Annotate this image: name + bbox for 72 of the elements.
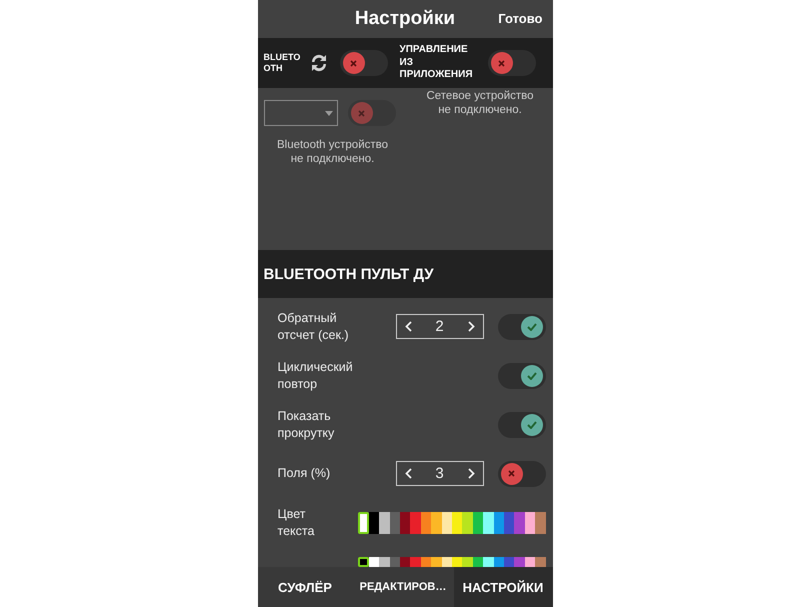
color-swatch[interactable] [472,557,484,567]
color-swatch[interactable] [379,557,390,567]
setting-label: Цвет текста [278,506,316,539]
network-status: Сетевое устройство не подключено. [425,89,535,118]
toggle-switch[interactable] [498,460,546,486]
color-swatch[interactable] [410,557,421,567]
chevron-left-icon[interactable] [404,321,412,332]
close-icon [498,60,505,66]
screen-title: Настройки [354,8,456,30]
color-swatch[interactable] [524,557,536,567]
color-swatch[interactable] [504,557,514,567]
color-swatch[interactable] [514,557,525,567]
check-icon [526,322,536,330]
color-swatch[interactable] [524,512,536,534]
color-swatch[interactable] [535,512,546,534]
device-dropdown[interactable] [264,100,338,126]
color-swatch[interactable] [535,557,546,567]
color-swatch[interactable] [420,557,432,567]
setting-label: Показать прокрутку [278,408,336,441]
color-swatch[interactable] [431,512,442,534]
bluetooth-status: Bluetooth устройство не подключено. [276,138,390,167]
chevron-right-icon[interactable] [468,468,474,479]
bluetooth-label: BLUETOOTH [264,52,302,74]
check-icon [526,420,536,428]
number-stepper[interactable]: 3 [396,461,484,486]
section-header: BLUETOOTH ПУЛЬТ ДУ [258,250,552,298]
app-control-label: УПРАВЛЕНИЕ ИЗ ПРИЛОЖЕНИЯ [400,44,474,82]
color-swatch[interactable] [390,557,400,567]
color-swatch[interactable] [358,512,369,534]
color-swatch[interactable] [452,512,462,534]
close-icon [350,60,357,66]
stepper-value: 2 [435,318,444,335]
color-swatch[interactable] [431,557,442,567]
close-icon [508,470,515,477]
color-swatch[interactable] [442,557,452,567]
color-swatch[interactable] [462,512,473,534]
toggle-switch[interactable] [498,314,546,340]
chevron-right-icon[interactable] [468,321,474,332]
stepper-value: 3 [435,465,444,482]
color-swatch[interactable] [494,557,504,567]
color-swatch[interactable] [504,512,514,534]
dropdown-caret-icon [324,110,332,116]
color-swatch[interactable] [483,557,494,567]
close-icon [358,110,365,116]
color-swatch[interactable] [358,557,369,567]
color-swatch[interactable] [400,557,410,567]
setting-label: Поля (%) [278,465,332,482]
number-stepper[interactable]: 2 [396,314,484,339]
color-swatch[interactable] [442,512,452,534]
color-swatch[interactable] [410,512,421,534]
color-swatch[interactable] [400,512,410,534]
toggle-switch[interactable] [498,412,546,438]
setting-label: Циклический повтор [278,359,354,392]
color-swatch[interactable] [452,557,462,567]
done-button[interactable]: Готово [498,11,542,26]
color-swatch[interactable] [494,512,504,534]
color-swatch[interactable] [379,512,390,534]
color-swatch[interactable] [390,512,400,534]
setting-label: Обратный отсчет (сек.) [278,310,350,343]
toggle-switch[interactable] [498,362,546,388]
color-swatch[interactable] [368,557,380,567]
color-swatch[interactable] [472,512,484,534]
color-swatch[interactable] [368,512,380,534]
chevron-left-icon[interactable] [404,468,412,479]
color-swatch[interactable] [514,512,525,534]
color-swatch[interactable] [420,512,432,534]
toggle-switch[interactable] [488,50,536,76]
color-swatch[interactable] [462,557,473,567]
color-swatch[interactable] [483,512,494,534]
tab[interactable]: НАСТРОЙКИ [454,567,552,607]
check-icon [526,372,536,380]
toggle-switch[interactable] [340,50,388,76]
